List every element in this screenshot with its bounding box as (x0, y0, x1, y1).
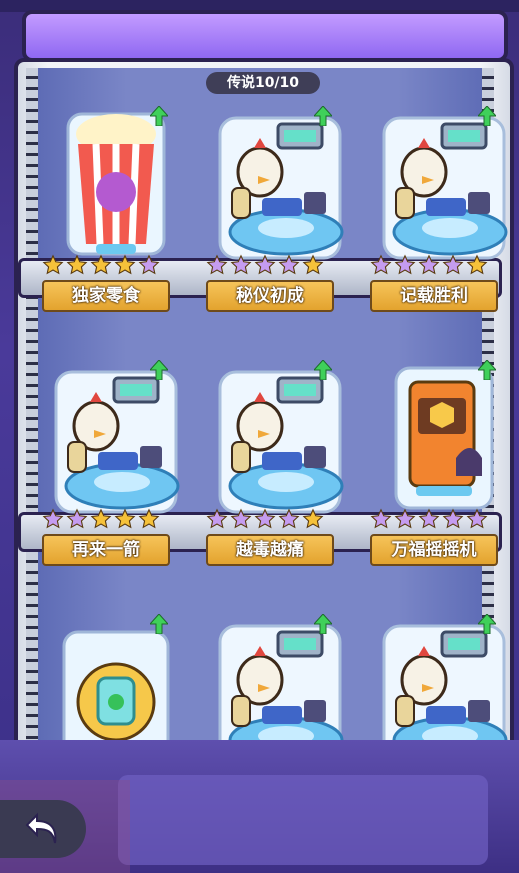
upgrade-arrow-icon (312, 105, 334, 127)
star-rating (42, 254, 160, 276)
purple-star-icon (442, 254, 464, 276)
item-name-label: 秘仪初成 (206, 280, 334, 312)
purple-star-icon (418, 254, 440, 276)
purple-star-icon (370, 254, 392, 276)
purple-star-icon (254, 508, 276, 530)
gold-star-icon (466, 254, 488, 276)
purple-star-icon (254, 254, 276, 276)
purple-star-icon (206, 508, 228, 530)
robot-chicken-icon (212, 104, 348, 274)
gold-star-icon (114, 508, 136, 530)
purple-star-icon (138, 254, 160, 276)
star-rating (206, 508, 324, 530)
star-rating (206, 254, 324, 276)
star-rating (370, 508, 488, 530)
upgrade-arrow-icon (148, 359, 170, 381)
popcorn-icon (48, 104, 184, 274)
purple-star-icon (278, 254, 300, 276)
collection-item[interactable]: 秘仪初成 (200, 104, 360, 324)
star-rating (42, 508, 160, 530)
collection-item[interactable]: 万福摇摇机 (364, 358, 519, 578)
gold-star-icon (302, 508, 324, 530)
item-name-label: 万福摇摇机 (370, 534, 498, 566)
collection-item[interactable]: 再来一箭 (36, 358, 196, 578)
legend-progress: 传说10/10 (206, 72, 320, 94)
gold-star-icon (114, 254, 136, 276)
robot-chicken-icon (48, 358, 184, 528)
upgrade-arrow-icon (476, 613, 498, 635)
upgrade-arrow-icon (148, 613, 170, 635)
purple-star-icon (418, 508, 440, 530)
upgrade-arrow-icon (312, 359, 334, 381)
purple-star-icon (66, 508, 88, 530)
upgrade-arrow-icon (476, 359, 498, 381)
collection-item[interactable]: 记载胜利 (364, 104, 519, 324)
gold-star-icon (90, 254, 112, 276)
purple-star-icon (394, 254, 416, 276)
gold-star-icon (90, 508, 112, 530)
gold-star-icon (42, 254, 64, 276)
star-rating (370, 254, 488, 276)
upgrade-arrow-icon (312, 613, 334, 635)
purple-star-icon (394, 508, 416, 530)
slot-machine-icon (376, 358, 512, 528)
purple-star-icon (42, 508, 64, 530)
item-name-label: 记载胜利 (370, 280, 498, 312)
upgrade-arrow-icon (148, 105, 170, 127)
purple-star-icon (466, 508, 488, 530)
back-arrow-icon (25, 812, 57, 844)
purple-star-icon (278, 508, 300, 530)
back-button[interactable] (0, 800, 86, 858)
upgrade-arrow-icon (476, 105, 498, 127)
purple-star-icon (230, 254, 252, 276)
cabinet-header (22, 10, 508, 62)
item-name-label: 再来一箭 (42, 534, 170, 566)
item-name-label: 独家零食 (42, 280, 170, 312)
purple-star-icon (230, 508, 252, 530)
gold-star-icon (66, 254, 88, 276)
gold-star-icon (138, 508, 160, 530)
gold-star-icon (302, 254, 324, 276)
bottom-panel (118, 775, 488, 865)
collection-item[interactable]: 独家零食 (36, 104, 196, 324)
robot-chicken-icon (376, 104, 512, 274)
collection-item[interactable]: 越毒越痛 (200, 358, 360, 578)
purple-star-icon (442, 508, 464, 530)
purple-star-icon (370, 508, 392, 530)
robot-chicken-icon (212, 358, 348, 528)
purple-star-icon (206, 254, 228, 276)
item-name-label: 越毒越痛 (206, 534, 334, 566)
